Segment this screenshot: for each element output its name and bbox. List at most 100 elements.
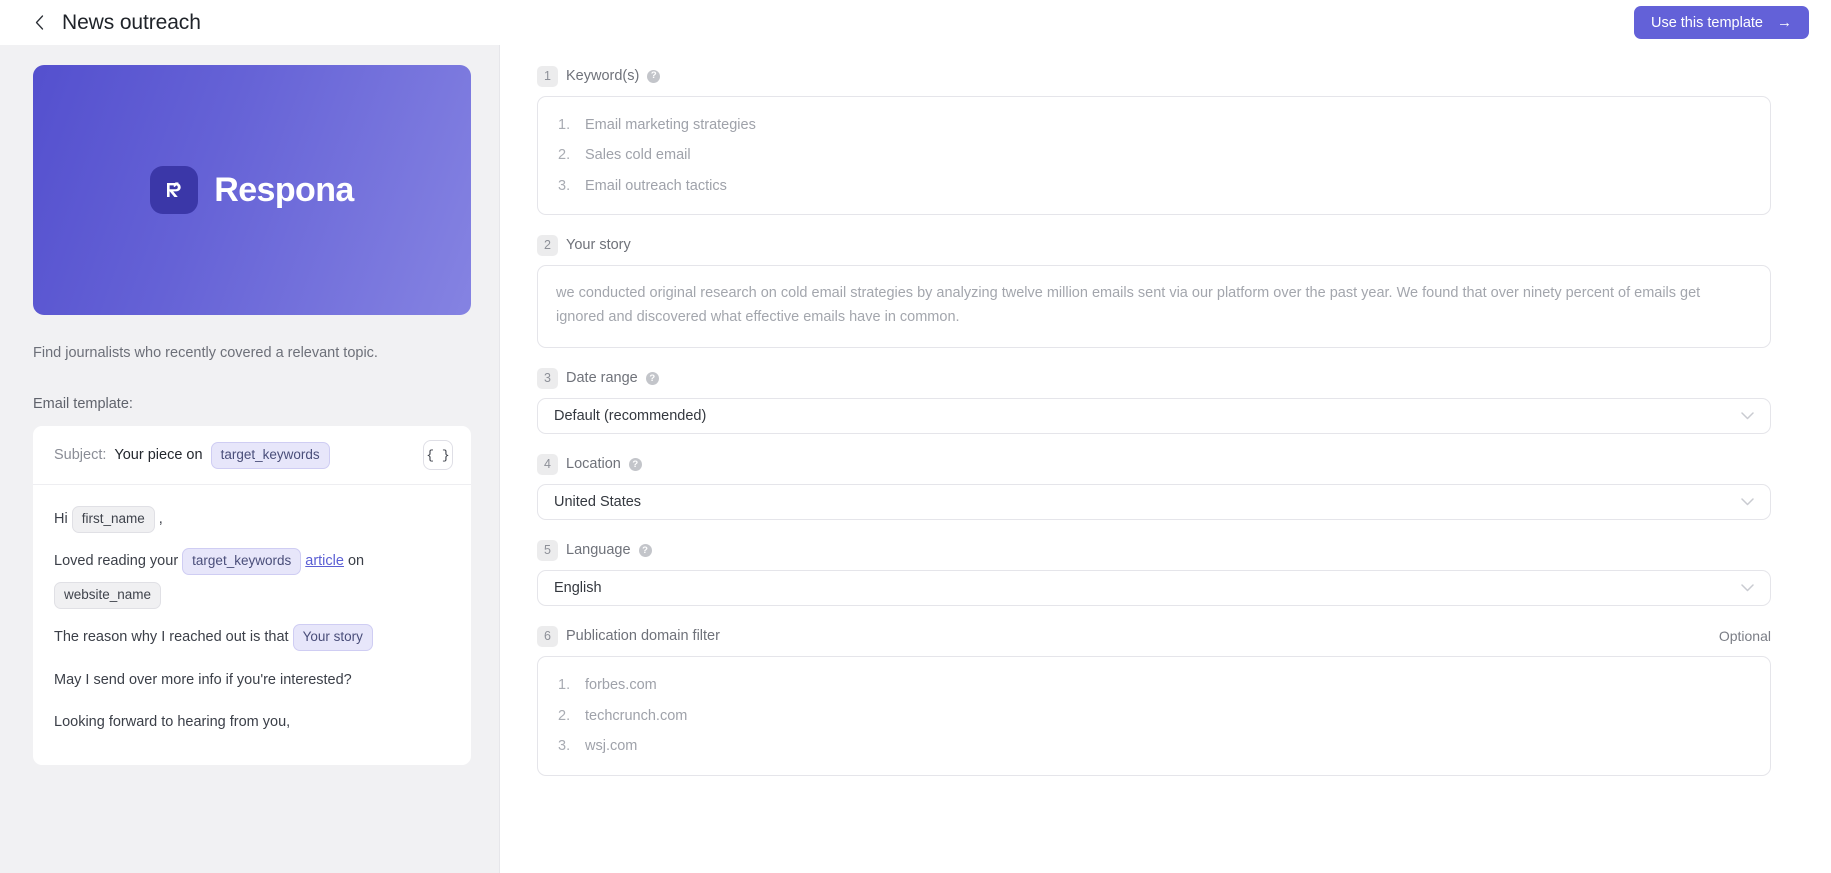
template-preview-pane: Respona Find journalists who recently co… (0, 45, 500, 873)
use-this-template-label: Use this template (1650, 14, 1763, 31)
top-bar: News outreach Use this template → (0, 0, 1831, 45)
list-item-text: Email marketing strategies (585, 117, 756, 133)
form-section: 5 Language? English (537, 539, 1771, 607)
step-number-badge: 6 (537, 625, 558, 647)
list-item-text: wsj.com (585, 738, 638, 755)
list-item-index: 3. (558, 177, 571, 194)
section-header: 4 Location? (537, 453, 1771, 475)
list-item[interactable]: 2. Sales cold email (538, 140, 1770, 170)
step-number-badge: 1 (537, 65, 558, 87)
email-body-text: Hi (54, 511, 72, 528)
email-variable-chip[interactable]: target_keywords (182, 548, 302, 575)
list-item[interactable]: 1. Email marketing strategies (538, 110, 1770, 140)
email-body-text: May I send over more info if you're inte… (54, 671, 352, 688)
email-body-text: on (347, 553, 365, 570)
email-body-line: Hi first_name , (54, 502, 450, 536)
respona-r-glyph-icon (167, 182, 181, 197)
list-input-box[interactable]: 1. Email marketing strategies 2. Sales cold… (537, 96, 1771, 216)
list-item-index: 2. (558, 147, 571, 164)
info-icon[interactable]: ? (647, 69, 661, 83)
section-label: Your story (566, 237, 631, 254)
list-item[interactable]: 2. techcrunch.com (538, 701, 1770, 731)
step-number-badge: 2 (537, 234, 558, 256)
list-item-text: Sales cold email (585, 147, 691, 164)
respona-wordmark: Respona (214, 170, 354, 209)
email-template-card: Subject: Your piece on target_keywords {… (33, 426, 471, 765)
info-icon[interactable]: ? (628, 457, 642, 471)
optional-tag: Optional (1718, 628, 1771, 645)
section-label: Publication domain filter (566, 628, 720, 645)
page-title: News outreach (62, 10, 201, 34)
email-variable-chip[interactable]: website_name (54, 582, 162, 610)
form-section: 1 Keyword(s)? 1. Email marketing strategies… (537, 65, 1771, 216)
insert-variable-button[interactable]: { } (423, 440, 453, 471)
section-label: Language (566, 542, 631, 559)
list-item[interactable]: 1. forbes.com (538, 670, 1770, 700)
form-section: 3 Date range? Default (recommended) (537, 367, 1771, 435)
section-header: 3 Date range? (537, 367, 1771, 389)
subject-variable-chip[interactable]: target_keywords (210, 441, 330, 469)
select-value: United States (554, 494, 642, 511)
template-form-pane: 1 Keyword(s)? 1. Email marketing strategies… (500, 45, 1831, 873)
section-header: 5 Language? (537, 539, 1771, 561)
respona-logo-mark-icon (150, 166, 199, 214)
email-template-label: Email template: (33, 396, 133, 413)
list-item-index: 1. (558, 117, 571, 133)
info-icon[interactable]: ? (645, 371, 659, 385)
section-label: Keyword(s) (566, 68, 640, 84)
list-item-text: Email outreach tactics (585, 177, 727, 194)
step-number-badge: 5 (537, 539, 558, 561)
email-body-text: The reason why I reached out is that (54, 629, 293, 646)
section-header: 1 Keyword(s)? (537, 65, 1771, 87)
back-button[interactable] (28, 8, 50, 38)
section-label: Date range (566, 370, 638, 387)
arrow-right-icon: → (1777, 14, 1792, 31)
section-label: Location (566, 456, 621, 473)
list-item[interactable]: 3. wsj.com (538, 731, 1770, 761)
email-body-line: The reason why I reached out is that You… (54, 620, 450, 654)
list-item-index: 2. (558, 707, 571, 724)
brand-hero-banner: Respona (33, 65, 471, 315)
story-textarea[interactable]: we conducted original research on cold e… (537, 265, 1771, 349)
page-layout: Respona Find journalists who recently co… (0, 45, 1831, 873)
email-body-link[interactable]: article (305, 553, 344, 569)
info-icon[interactable]: ? (638, 543, 652, 557)
subject-text: Your piece on (114, 447, 203, 464)
email-body-text: Loved reading your (54, 553, 183, 570)
select-value: English (554, 580, 602, 597)
select-dropdown[interactable]: English (537, 570, 1771, 607)
select-value: Default (recommended) (554, 408, 707, 425)
email-variable-chip[interactable]: Your story (292, 624, 373, 652)
form-section: 4 Location? United States (537, 453, 1771, 521)
step-number-badge: 4 (537, 453, 558, 475)
list-item-text: techcrunch.com (585, 707, 688, 724)
section-header: 2 Your story (537, 234, 1771, 256)
list-item[interactable]: 3. Email outreach tactics (538, 171, 1770, 201)
email-body-text: Looking forward to hearing from you, (54, 713, 291, 730)
chevron-left-icon (35, 15, 43, 30)
form-section: 6 Publication domain filter Optional 1. forb… (537, 625, 1771, 776)
template-description: Find journalists who recently covered a … (33, 345, 378, 361)
subject-label: Subject: (54, 447, 107, 464)
email-variable-chip[interactable]: first_name (71, 506, 155, 533)
email-body: Hi first_name , Loved reading your target… (33, 485, 471, 764)
chevron-down-icon (1741, 412, 1754, 420)
email-subject-row: Subject: Your piece on target_keywords {… (33, 426, 471, 486)
select-dropdown[interactable]: Default (recommended) (537, 398, 1771, 435)
step-number-badge: 3 (537, 367, 558, 389)
email-body-text: , (158, 511, 163, 528)
chevron-down-icon (1741, 498, 1754, 506)
list-item-index: 1. (558, 677, 571, 694)
email-body-line: Looking forward to hearing from you, (54, 705, 450, 739)
section-header: 6 Publication domain filter Optional (537, 625, 1771, 647)
form-section: 2 Your story we conducted original researc… (537, 234, 1771, 349)
list-input-box[interactable]: 1. forbes.com 2. techcrunch.com 3. wsj.com (537, 656, 1771, 776)
list-item-index: 3. (558, 738, 571, 755)
chevron-down-icon (1741, 584, 1754, 592)
list-item-text: forbes.com (585, 677, 657, 694)
respona-logo: Respona (150, 166, 354, 214)
email-body-line: May I send over more info if you're inte… (54, 663, 450, 697)
select-dropdown[interactable]: United States (537, 484, 1771, 521)
email-body-line: Loved reading your target_keywords artic… (54, 544, 450, 612)
use-this-template-button[interactable]: Use this template → (1633, 6, 1809, 39)
